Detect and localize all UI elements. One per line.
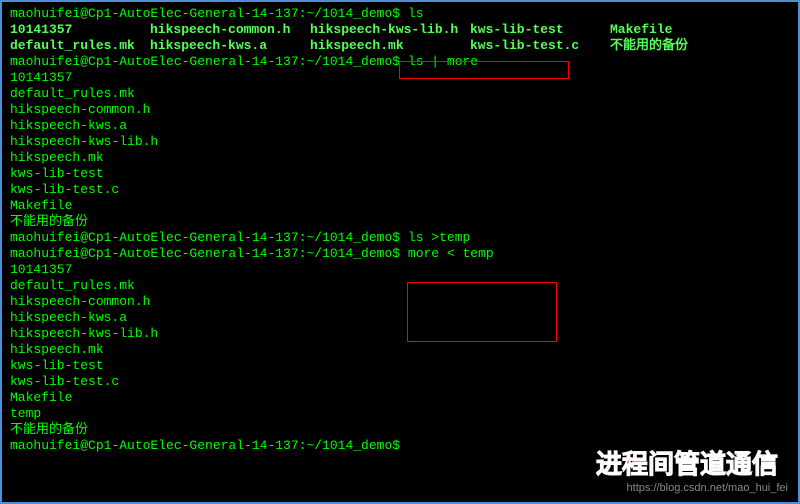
- list-item: 不能用的备份: [10, 422, 790, 438]
- list-item: hikspeech-kws.a: [10, 118, 790, 134]
- command-line-ls-more: maohuifei@Cp1-AutoElec-General-14-137:~/…: [10, 54, 790, 70]
- list-item: hikspeech-kws-lib.h: [10, 134, 790, 150]
- command-line-more-temp: maohuifei@Cp1-AutoElec-General-14-137:~/…: [10, 246, 790, 262]
- command-line-ls-temp: maohuifei@Cp1-AutoElec-General-14-137:~/…: [10, 230, 790, 246]
- ls-item: Makefile: [610, 22, 672, 38]
- ls-item: hikspeech-kws-lib.h: [310, 22, 470, 38]
- list-item: hikspeech.mk: [10, 342, 790, 358]
- ls-item: hikspeech-common.h: [150, 22, 310, 38]
- prompt: maohuifei@Cp1-AutoElec-General-14-137:~/…: [10, 6, 400, 21]
- ls-item: kws-lib-test: [470, 22, 610, 38]
- list-item: 10141357: [10, 262, 790, 278]
- list-item: 不能用的备份: [10, 214, 790, 230]
- ls-item: 不能用的备份: [610, 38, 688, 54]
- list-item: default_rules.mk: [10, 86, 790, 102]
- ls-item: kws-lib-test.c: [470, 38, 610, 54]
- list-item: hikspeech-kws.a: [10, 310, 790, 326]
- ls-item: hikspeech-kws.a: [150, 38, 310, 54]
- ls-item: default_rules.mk: [10, 38, 150, 54]
- prompt: maohuifei@Cp1-AutoElec-General-14-137:~/…: [10, 230, 400, 245]
- ls-item: hikspeech.mk: [310, 38, 470, 54]
- list-item: temp: [10, 406, 790, 422]
- prompt: maohuifei@Cp1-AutoElec-General-14-137:~/…: [10, 54, 400, 69]
- list-item: hikspeech-kws-lib.h: [10, 326, 790, 342]
- list-item: hikspeech-common.h: [10, 294, 790, 310]
- list-item: kws-lib-test.c: [10, 374, 790, 390]
- list-item: kws-lib-test: [10, 358, 790, 374]
- ls-row-1: 10141357hikspeech-common.hhikspeech-kws-…: [10, 22, 790, 38]
- prompt: maohuifei@Cp1-AutoElec-General-14-137:~/…: [10, 438, 400, 453]
- command-line-ls: maohuifei@Cp1-AutoElec-General-14-137:~/…: [10, 6, 790, 22]
- ls-item: 10141357: [10, 22, 150, 38]
- list-item: kws-lib-test.c: [10, 182, 790, 198]
- terminal[interactable]: maohuifei@Cp1-AutoElec-General-14-137:~/…: [2, 2, 798, 458]
- command-text: ls >temp: [408, 230, 470, 245]
- list-item: hikspeech-common.h: [10, 102, 790, 118]
- list-item: kws-lib-test: [10, 166, 790, 182]
- list-item: 10141357: [10, 70, 790, 86]
- watermark: https://blog.csdn.net/mao_hui_fei: [627, 480, 788, 496]
- command-text: more < temp: [408, 246, 494, 261]
- list-item: hikspeech.mk: [10, 150, 790, 166]
- command-text: ls: [408, 6, 424, 21]
- list-item: default_rules.mk: [10, 278, 790, 294]
- list-item: Makefile: [10, 390, 790, 406]
- command-text: ls | more: [408, 54, 478, 69]
- ls-row-2: default_rules.mkhikspeech-kws.ahikspeech…: [10, 38, 790, 54]
- prompt: maohuifei@Cp1-AutoElec-General-14-137:~/…: [10, 246, 400, 261]
- annotation-label: 进程间管道通信: [596, 456, 778, 472]
- list-item: Makefile: [10, 198, 790, 214]
